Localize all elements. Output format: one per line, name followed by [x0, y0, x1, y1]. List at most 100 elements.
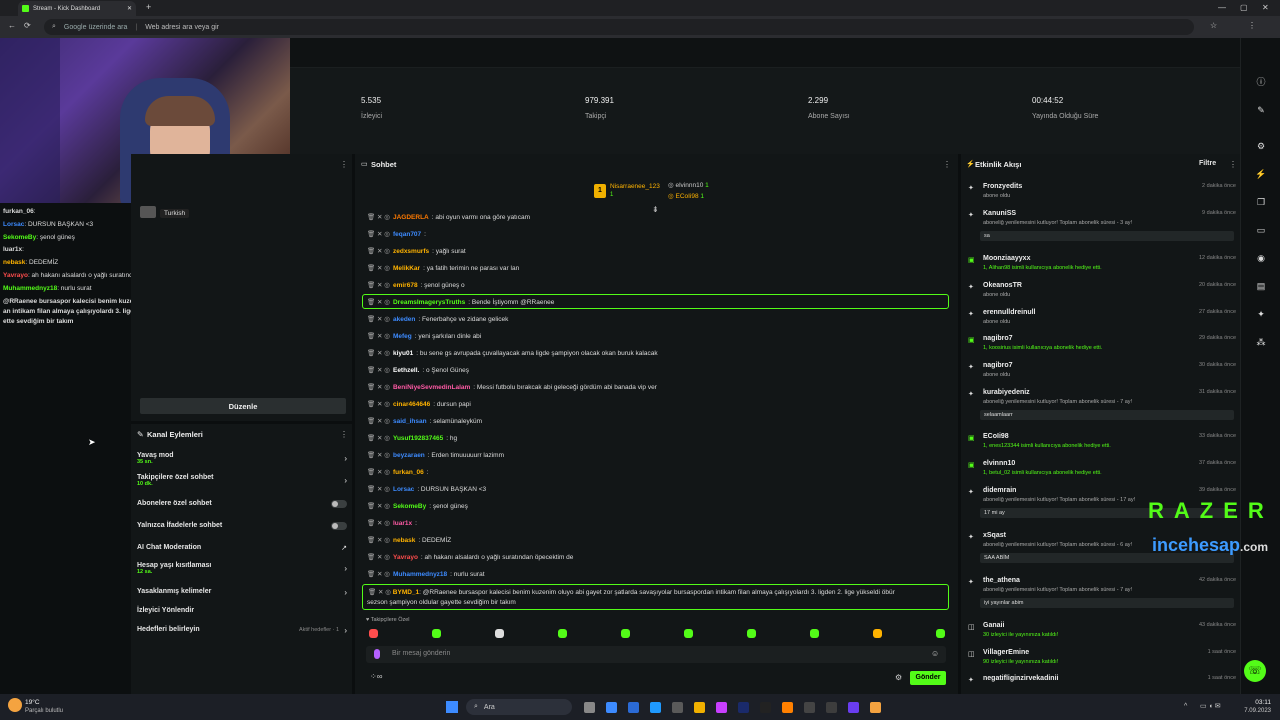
mod-tools-icon[interactable]: 🗑 ✕ ◎: [367, 281, 390, 289]
chat-username[interactable]: said_ihsan: [393, 418, 427, 425]
mod-tools-icon[interactable]: 🗑 ✕ ◎: [367, 332, 390, 340]
chat-username[interactable]: Yavrayo: [393, 554, 418, 561]
close-window-icon[interactable]: ✕: [1262, 3, 1269, 12]
chat-username[interactable]: Mefeg: [393, 333, 412, 340]
subs-only-row[interactable]: Abonelere özel sohbet: [137, 500, 349, 508]
emote-icon[interactable]: [432, 629, 441, 638]
activity-username[interactable]: VillagerEmine: [983, 649, 1029, 656]
chat-username[interactable]: Eethzell.: [393, 367, 419, 374]
activity-username[interactable]: nagibro7: [983, 335, 1013, 342]
chat-username[interactable]: SekomeBy: [393, 503, 426, 510]
activity-username[interactable]: negatifliginzirvekadinii: [983, 675, 1058, 682]
mod-tools-icon[interactable]: 🗑 ✕ ◎: [367, 451, 390, 459]
edit-button[interactable]: Düzenle: [140, 398, 346, 414]
chat-message[interactable]: 🗑 ✕ ◎ said_ihsan: selamünaleyküm: [367, 417, 482, 426]
activity-item[interactable]: ✦ the_athena aboneliğ yenilemesini kutluyo…: [968, 577, 1236, 608]
mod-tools-icon[interactable]: 🗑 ✕ ◎: [367, 264, 390, 272]
mod-tools-icon[interactable]: 🗑 ✕ ◎: [367, 468, 390, 476]
chat-settings-icon[interactable]: ⚙: [895, 673, 902, 682]
mod-tools-icon[interactable]: 🗑 ✕ ◎: [367, 298, 390, 306]
activity-item[interactable]: ✦ kurabiyedeniz aboneliğ yenilemesini kutl…: [968, 389, 1236, 420]
mod-tools-icon[interactable]: 🗑 ✕ ◎: [367, 553, 390, 561]
chat-message[interactable]: 🗑 ✕ ◎ BeniNiyeSevmedinLalam: Messi futbol…: [367, 383, 657, 392]
weather-icon[interactable]: [8, 698, 22, 712]
ai-moderation-row[interactable]: AI Chat Moderation ↗: [137, 544, 349, 552]
panel-menu-icon[interactable]: ⋮: [340, 160, 348, 169]
mod-tools-icon[interactable]: 🗑 ✕ ◎: [367, 417, 390, 425]
emote-icon[interactable]: [621, 629, 630, 638]
chat-message[interactable]: 🗑 ✕ ◎ Eethzell.: o Şenol Güneş: [367, 366, 469, 375]
taskbar-app-icon[interactable]: [716, 702, 727, 713]
activity-username[interactable]: didemrain: [983, 487, 1016, 494]
windows-start-icon[interactable]: [446, 701, 458, 713]
mod-tools-icon[interactable]: 🗑 ✕ ◎: [367, 315, 390, 323]
browser-tab[interactable]: Stream - Kick Dashboard ✕: [18, 1, 136, 16]
activity-item[interactable]: ✦ nagibro7 abone oldu 30 dakika önce: [968, 362, 1236, 386]
chat-message[interactable]: 🗑 ✕ ◎ Mefeg: yeni şarkıları dinle abi: [367, 332, 481, 341]
chat-message[interactable]: 🗑 ✕ ◎ feqan707:: [367, 230, 426, 239]
taskbar-app-icon[interactable]: [672, 702, 683, 713]
gifter-3[interactable]: ◎ ECoIi98 1: [668, 192, 704, 200]
mod-tools-icon[interactable]: 🗑 ✕ ◎: [367, 400, 390, 408]
emote-icon[interactable]: [873, 629, 882, 638]
send-button[interactable]: Gönder: [910, 671, 946, 685]
emote-icon[interactable]: [558, 629, 567, 638]
activity-item[interactable]: ▣ ECoIi98 1, enes123344 isimli kullanıcıya…: [968, 433, 1236, 457]
chat-username[interactable]: nebask: [393, 537, 415, 544]
chat-message[interactable]: 🗑 ✕ ◎ furkan_06:: [367, 468, 429, 477]
chat-username[interactable]: luar1x: [393, 520, 412, 527]
tray-chevron-icon[interactable]: ^: [1184, 703, 1187, 710]
minimize-icon[interactable]: —: [1218, 3, 1226, 12]
chat-tools-icon[interactable]: ⁘∞: [370, 672, 382, 681]
activity-item[interactable]: ◫ VillagerEmine 90 izleyici ile yayınınıza…: [968, 649, 1236, 673]
activity-username[interactable]: erennulldreinull: [983, 309, 1036, 316]
taskbar-app-icon[interactable]: [760, 702, 771, 713]
chat-message[interactable]: 🗑 ✕ ◎ luar1x:: [367, 519, 417, 528]
raid-row[interactable]: İzleyici Yönlendir: [137, 607, 349, 614]
emote-icon[interactable]: [810, 629, 819, 638]
activity-item[interactable]: ✦ OkeanosTR abone oldu 20 dakika önce: [968, 282, 1236, 306]
activity-username[interactable]: kurabiyedeniz: [983, 389, 1030, 396]
menu-dots-icon[interactable]: ⋮: [1248, 21, 1256, 30]
chat-message[interactable]: 🗑 ✕ ◎ kiyu01: bu sene gs avrupada çuvalla…: [367, 349, 658, 358]
activity-username[interactable]: Fronzyedits: [983, 183, 1022, 190]
emote-only-toggle[interactable]: [331, 522, 347, 530]
taskbar-app-icon[interactable]: [804, 702, 815, 713]
activity-menu-icon[interactable]: ⋮: [1229, 160, 1237, 169]
chat-message[interactable]: 🗑 ✕ ◎ Yavrayo: ah hakanı alsalardı o yağl…: [367, 553, 573, 562]
chat-message[interactable]: 🗑 ✕ ◎ Muhammednyz18: nurlu surat: [367, 570, 485, 579]
info-icon[interactable]: ⓘ: [1255, 76, 1267, 88]
gifter-2[interactable]: ◎ elvinnn10 1: [668, 181, 709, 189]
activity-item[interactable]: ▣ elvinnn10 1, betul_02 isimli kullanıcıya…: [968, 460, 1236, 484]
mod-tools-icon[interactable]: 🗑 ✕ ◎: [367, 519, 390, 527]
taskbar-app-icon[interactable]: [650, 702, 661, 713]
chat-username[interactable]: Muhammednyz18: [393, 571, 447, 578]
emote-icon[interactable]: [495, 629, 504, 638]
chat-username[interactable]: akeden: [393, 316, 415, 323]
taskbar-app-icon[interactable]: [738, 702, 749, 713]
mod-tools-icon[interactable]: 🗑 ✕ ◎: [367, 434, 390, 442]
chat-username[interactable]: DreamsImagerysTruths: [393, 299, 465, 306]
mod-tools-icon[interactable]: 🗑 ✕ ◎: [367, 536, 390, 544]
activity-username[interactable]: Moonziaayyxx: [983, 255, 1030, 262]
chat-message[interactable]: 🗑 ✕ ◎ Yusuf192837465: hg: [367, 434, 457, 443]
activity-username[interactable]: nagibro7: [983, 362, 1013, 369]
chat-message[interactable]: 🗑 ✕ ◎ cinar464646: dursun papi: [367, 400, 471, 409]
bookmark-star-icon[interactable]: ☆: [1210, 21, 1217, 30]
mod-tools-icon[interactable]: 🗑 ✕ ◎: [367, 213, 390, 221]
activity-username[interactable]: ECoIi98: [983, 433, 1009, 440]
chat-message[interactable]: 🗑 ✕ ◎ emir678: şenol güneş o: [367, 281, 465, 290]
mod-tools-icon[interactable]: 🗑 ✕ ◎: [367, 366, 390, 374]
mod-tools-icon[interactable]: 🗑 ✕ ◎: [367, 502, 390, 510]
chat-message[interactable]: 🗑 ✕ ◎ SekomeBy: şenol güneş: [367, 502, 468, 511]
chat-menu-icon[interactable]: ⋮: [943, 160, 951, 169]
taskbar-app-icon[interactable]: [870, 702, 881, 713]
activity-username[interactable]: OkeanosTR: [983, 282, 1022, 289]
collapse-icon[interactable]: ⇟: [652, 205, 659, 214]
url-input[interactable]: ⌕ Google üzerinde ara | Web adresi ara v…: [44, 19, 1194, 35]
chat-input[interactable]: [366, 646, 946, 663]
mic-icon[interactable]: [374, 649, 380, 659]
emote-icon[interactable]: [684, 629, 693, 638]
banned-words-row[interactable]: Yasaklanmış kelimeler ›: [137, 588, 349, 597]
taskbar-app-icon[interactable]: [848, 702, 859, 713]
